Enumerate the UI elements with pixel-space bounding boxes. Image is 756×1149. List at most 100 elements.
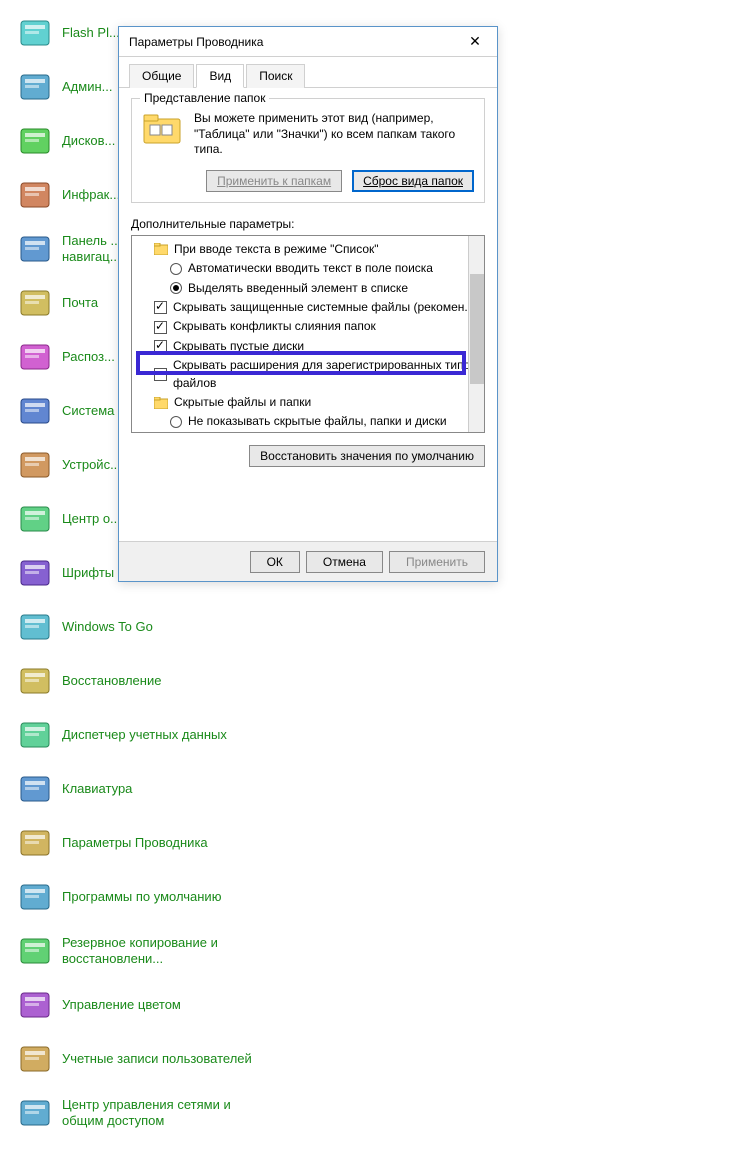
cp-item[interactable]: Windows To Go	[18, 609, 258, 645]
tree-checkbox[interactable]	[154, 368, 167, 381]
tab-view[interactable]: Вид	[196, 64, 244, 88]
cp-item-icon	[18, 664, 52, 698]
reset-folders-button[interactable]: Сброс вида папок	[352, 170, 474, 192]
cp-item-icon	[18, 556, 52, 590]
tree-row[interactable]: Показывать скрытые файлы, папки и диски	[132, 432, 484, 433]
tree-row-label: Скрывать пустые диски	[173, 338, 304, 355]
cp-item-icon	[18, 16, 52, 50]
cp-item[interactable]: Параметры Проводника	[18, 825, 258, 861]
group-legend: Представление папок	[140, 91, 269, 105]
cp-item-icon	[18, 124, 52, 158]
cp-item-label: Windows To Go	[62, 619, 153, 635]
cp-item-icon	[18, 1042, 52, 1076]
cp-item[interactable]: Резервное копирование и восстановлени...	[18, 933, 258, 969]
cp-item-label: Диспетчер учетных данных	[62, 727, 227, 743]
dialog-title: Параметры Проводника	[129, 35, 463, 49]
tree-row[interactable]: Не показывать скрытые файлы, папки и дис…	[132, 412, 484, 431]
tabs: Общие Вид Поиск	[119, 57, 497, 88]
cp-item-icon	[18, 178, 52, 212]
cp-item[interactable]: Программы по умолчанию	[18, 879, 258, 915]
tree-row-label: Скрывать расширения для зарегистрированн…	[173, 357, 478, 392]
cp-item[interactable]: Диспетчер учетных данных	[18, 717, 258, 753]
tab-content: Представление папок Вы можете применить …	[119, 88, 497, 477]
restore-defaults-button[interactable]: Восстановить значения по умолчанию	[249, 445, 485, 467]
cp-item-label: Почта	[62, 295, 98, 311]
folder-small-icon	[154, 243, 168, 255]
cp-item-icon	[18, 880, 52, 914]
cp-item-label: Учетные записи пользователей	[62, 1051, 252, 1067]
cp-item-icon	[18, 826, 52, 860]
advanced-settings-tree[interactable]: При вводе текста в режиме "Список" Автома…	[131, 235, 485, 433]
cp-item-icon	[18, 340, 52, 374]
apply-button[interactable]: Применить	[389, 551, 485, 573]
folder-small-icon	[154, 397, 168, 409]
cp-item-label: Flash Pl...	[62, 25, 120, 41]
cp-item-label: Центр управления сетями и общим доступом	[62, 1097, 258, 1128]
close-icon[interactable]: ✕	[463, 33, 487, 50]
scrollbar[interactable]	[468, 236, 484, 432]
tree-row[interactable]: Скрывать расширения для зарегистрированн…	[132, 356, 484, 393]
cp-item-icon	[18, 502, 52, 536]
cp-item[interactable]: Восстановление	[18, 663, 258, 699]
cp-item-label: Админ...	[62, 79, 112, 95]
cp-item-label: Управление цветом	[62, 997, 181, 1013]
cp-item[interactable]: Учетные записи пользователей	[18, 1041, 258, 1077]
tree-row-label: Выделять введенный элемент в списке	[188, 280, 408, 297]
cp-item-icon	[18, 988, 52, 1022]
tree-checkbox[interactable]	[154, 301, 167, 314]
cp-item-icon	[18, 610, 52, 644]
folder-icon	[142, 111, 182, 147]
cp-item[interactable]: Управление цветом	[18, 987, 258, 1023]
tab-general[interactable]: Общие	[129, 64, 194, 88]
tree-row-label: При вводе текста в режиме "Список"	[174, 241, 379, 258]
tree-checkbox[interactable]	[154, 321, 167, 334]
tree-radio[interactable]	[170, 282, 182, 294]
cp-item-icon	[18, 772, 52, 806]
cp-item-icon	[18, 70, 52, 104]
tree-row[interactable]: Автоматически вводить текст в поле поиск…	[132, 259, 484, 278]
cp-item-label: Распоз...	[62, 349, 115, 365]
apply-to-folders-button[interactable]: Применить к папкам	[206, 170, 342, 192]
folder-options-dialog: Параметры Проводника ✕ Общие Вид Поиск П…	[118, 26, 498, 582]
tree-checkbox[interactable]	[154, 340, 167, 353]
cp-item-label: Панель ...навигац...	[62, 233, 121, 264]
tree-radio[interactable]	[170, 416, 182, 428]
cp-item-label: Инфрак...	[62, 187, 120, 203]
cp-item-label: Устройс...	[62, 457, 121, 473]
tree-row-label: Скрывать защищенные системные файлы (рек…	[173, 299, 468, 316]
cp-item[interactable]: Клавиатура	[18, 771, 258, 807]
folder-views-group: Представление папок Вы можете применить …	[131, 98, 485, 203]
dialog-footer: ОК Отмена Применить	[119, 541, 497, 581]
tab-search[interactable]: Поиск	[246, 64, 305, 88]
cp-item-icon	[18, 1096, 52, 1130]
tree-row[interactable]: Скрытые файлы и папки	[132, 393, 484, 412]
scroll-thumb[interactable]	[470, 274, 484, 384]
cp-item-label: Дисков...	[62, 133, 115, 149]
cp-item-label: Шрифты	[62, 565, 114, 581]
advanced-label: Дополнительные параметры:	[131, 217, 485, 231]
cp-item-icon	[18, 232, 52, 266]
cp-item-label: Резервное копирование и восстановлени...	[62, 935, 258, 966]
cp-item-label: Восстановление	[62, 673, 161, 689]
tree-row[interactable]: При вводе текста в режиме "Список"	[132, 240, 484, 259]
tree-row[interactable]: Выделять введенный элемент в списке	[132, 279, 484, 298]
tree-row-label: Автоматически вводить текст в поле поиск…	[188, 260, 433, 277]
tree-row[interactable]: Скрывать конфликты слияния папок	[132, 317, 484, 336]
cancel-button[interactable]: Отмена	[306, 551, 383, 573]
titlebar: Параметры Проводника ✕	[119, 27, 497, 57]
cp-item-label: Клавиатура	[62, 781, 132, 797]
tree-radio[interactable]	[170, 263, 182, 275]
cp-item-label: Центр о...	[62, 511, 121, 527]
tree-row-label: Скрывать конфликты слияния папок	[173, 318, 376, 335]
tree-row[interactable]: Скрывать защищенные системные файлы (рек…	[132, 298, 484, 317]
folder-desc: Вы можете применить этот вид (например, …	[194, 111, 474, 158]
cp-item-icon	[18, 718, 52, 752]
ok-button[interactable]: ОК	[250, 551, 300, 573]
cp-item-label: Параметры Проводника	[62, 835, 208, 851]
cp-item-icon	[18, 934, 52, 968]
cp-item[interactable]: Центр управления сетями и общим доступом	[18, 1095, 258, 1131]
cp-item-icon	[18, 286, 52, 320]
tree-row-label: Скрытые файлы и папки	[174, 394, 311, 411]
cp-item-label: Система	[62, 403, 114, 419]
tree-row[interactable]: Скрывать пустые диски	[132, 337, 484, 356]
